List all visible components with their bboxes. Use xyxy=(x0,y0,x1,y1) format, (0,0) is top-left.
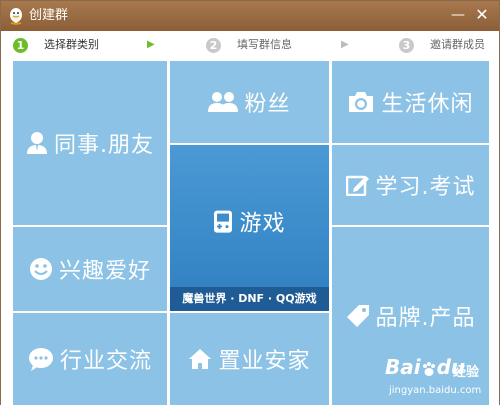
category-hobbies[interactable]: 兴趣爱好 xyxy=(13,227,167,311)
edit-icon xyxy=(345,175,369,197)
watermark-jingyan: 经验 xyxy=(453,365,480,380)
house-icon xyxy=(189,349,212,369)
step-label: 选择群类别 xyxy=(44,38,99,51)
category-label: 游戏 xyxy=(239,211,286,237)
step-label: 邀请群成员 xyxy=(430,38,485,51)
category-label: 粉丝 xyxy=(244,92,291,117)
smiley-icon xyxy=(29,258,52,280)
step-arrow-icon: ▶ xyxy=(147,39,155,50)
category-label: 置业安家 xyxy=(218,349,311,374)
qq-penguin-icon xyxy=(10,8,22,25)
category-colleagues-friends[interactable]: 同事.朋友 xyxy=(13,61,167,225)
step-select-category: 1 选择群类别 xyxy=(13,37,99,53)
category-label: 学习.考试 xyxy=(375,175,476,200)
step-number: 1 xyxy=(13,37,28,53)
wizard-steps: 1 选择群类别 ▶ 2 填写群信息 ▶ 3 邀请群成员 xyxy=(1,31,499,59)
step-arrow-icon: ▶ xyxy=(341,39,349,50)
step-number: 2 xyxy=(206,37,221,53)
chat-bubble-icon xyxy=(28,348,53,371)
people-icon xyxy=(208,92,239,112)
category-games[interactable]: 游戏 魔兽世界 · DNF · QQ游戏 xyxy=(170,145,329,311)
gamepad-icon xyxy=(214,210,233,233)
minimize-button[interactable]: — xyxy=(448,6,468,26)
paw-icon xyxy=(422,361,435,376)
baidu-watermark: Bai du 经验 jingyan.baidu.com xyxy=(381,349,497,405)
category-industry[interactable]: 行业交流 xyxy=(13,313,167,405)
window-title: 创建群 xyxy=(29,8,69,23)
step-label: 填写群信息 xyxy=(237,38,292,51)
category-label: 行业交流 xyxy=(59,349,152,374)
close-button[interactable]: ✕ xyxy=(472,6,492,26)
category-label: 同事.朋友 xyxy=(54,133,154,158)
tag-icon xyxy=(346,305,369,327)
category-label: 生活休闲 xyxy=(381,92,474,117)
camera-icon xyxy=(349,92,374,112)
person-icon xyxy=(27,132,47,154)
watermark-url: jingyan.baidu.com xyxy=(389,385,482,396)
step-number: 3 xyxy=(399,37,414,53)
category-real-estate[interactable]: 置业安家 xyxy=(170,313,329,405)
category-fans[interactable]: 粉丝 xyxy=(170,61,329,143)
title-bar: 创建群 — ✕ xyxy=(1,1,499,31)
category-label: 兴趣爱好 xyxy=(58,259,151,284)
step-fill-info: 2 填写群信息 xyxy=(206,37,292,53)
category-label: 品牌.产品 xyxy=(375,306,476,331)
category-study-exam[interactable]: 学习.考试 xyxy=(332,145,489,225)
step-invite-members: 3 邀请群成员 xyxy=(399,37,485,53)
create-group-window: 创建群 — ✕ 1 选择群类别 ▶ 2 填写群信息 ▶ 3 邀请群成员 同事.朋友 xyxy=(0,0,500,406)
category-life-leisure[interactable]: 生活休闲 xyxy=(332,61,489,143)
games-caption: 魔兽世界 · DNF · QQ游戏 xyxy=(170,287,329,311)
